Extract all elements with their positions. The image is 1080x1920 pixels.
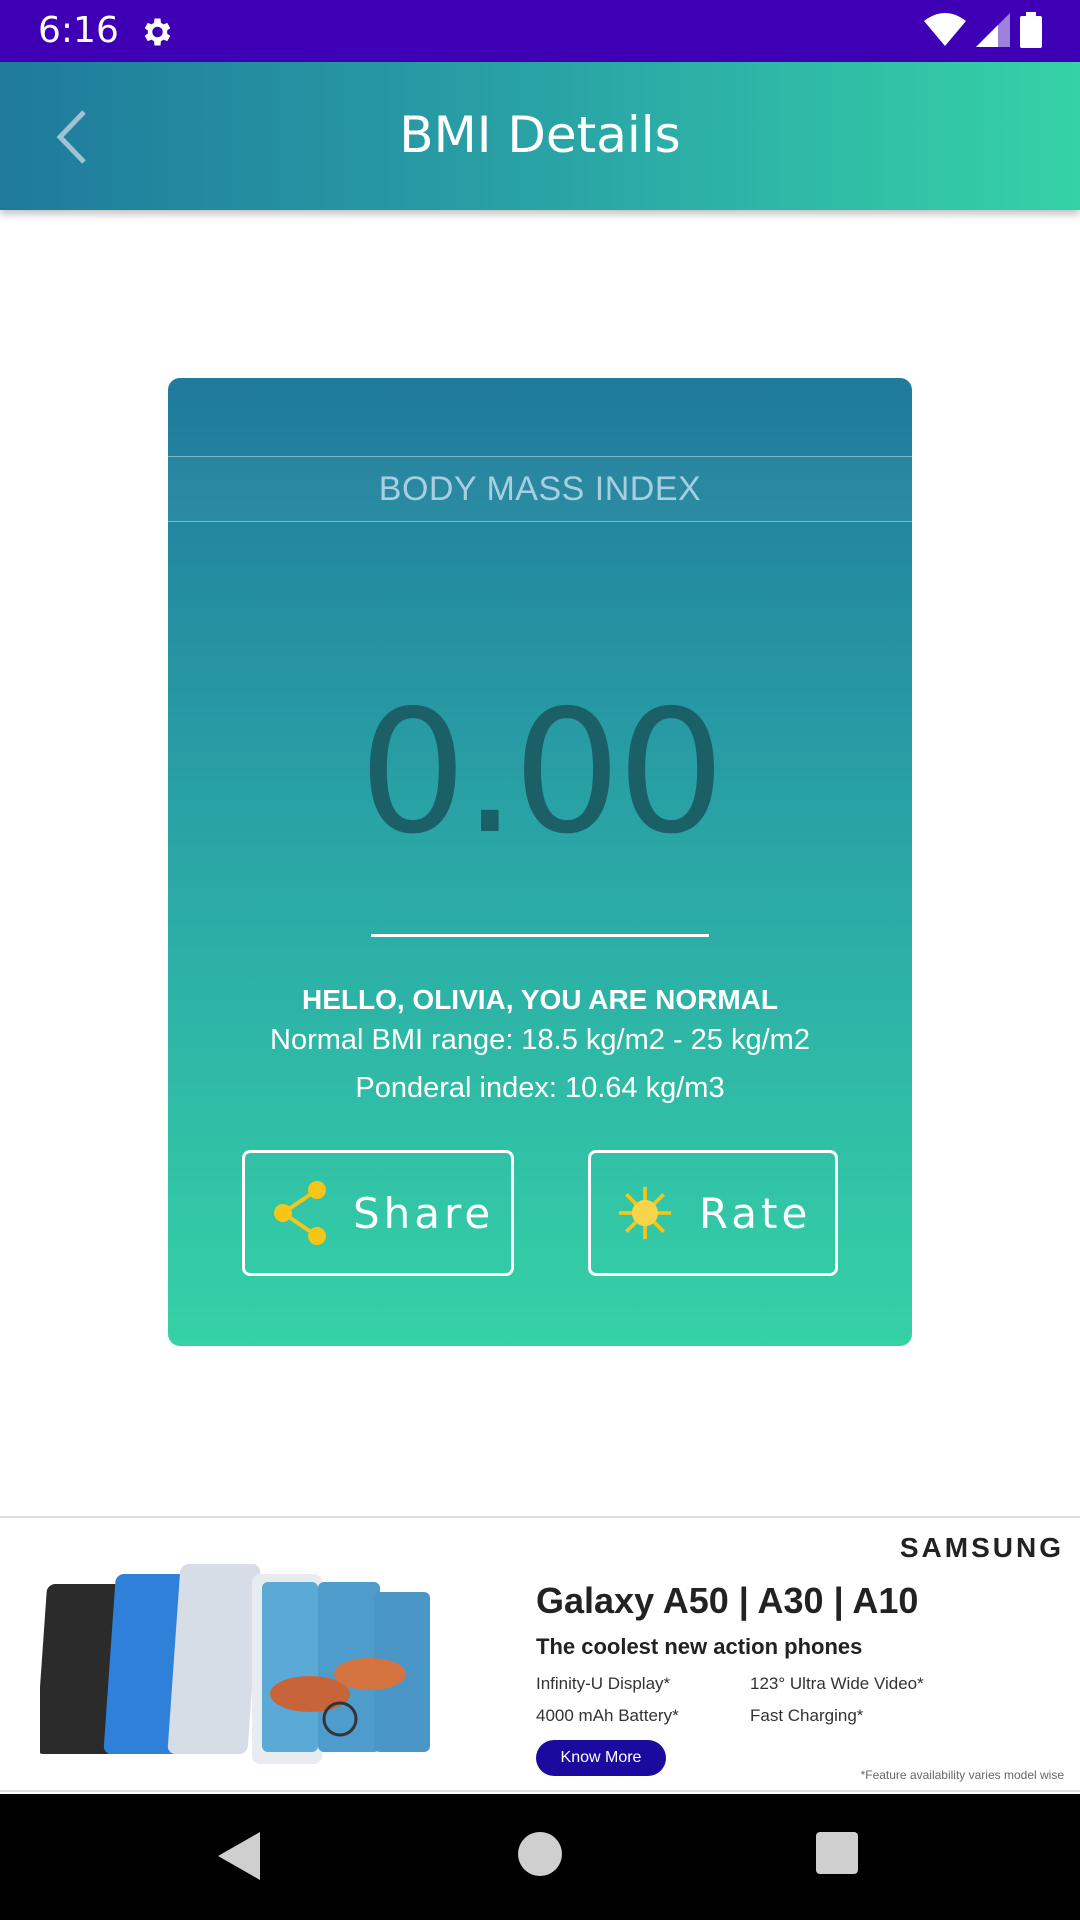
bmi-card: BODY MASS INDEX 0.00 HELLO, OLIVIA, YOU … xyxy=(168,378,912,1346)
normal-range-text: Normal BMI range: 18.5 kg/m2 - 25 kg/m2 xyxy=(270,1024,810,1056)
nav-recent-icon[interactable] xyxy=(816,1832,858,1874)
status-bar: 6:16 xyxy=(0,0,1080,62)
share-label: Share xyxy=(353,1188,495,1238)
nav-back-icon[interactable] xyxy=(216,1830,262,1882)
system-nav-bar xyxy=(0,1794,1080,1920)
know-more-button[interactable]: Know More xyxy=(536,1740,666,1776)
ad-feature: 123° Ultra Wide Video* xyxy=(750,1674,924,1693)
page-title: BMI Details xyxy=(399,106,681,164)
share-button[interactable]: Share xyxy=(242,1150,514,1276)
ad-disclaimer: *Feature availability varies model wise xyxy=(860,1768,1064,1782)
ad-models: Galaxy A50 | A30 | A10 xyxy=(536,1580,919,1621)
ad-feature: 4000 mAh Battery* xyxy=(536,1706,679,1725)
ad-feature: Infinity-U Display* xyxy=(536,1674,671,1693)
share-icon xyxy=(271,1180,327,1246)
ad-banner[interactable]: SAMSUNG Galaxy A50 | A30 | A10 The coole… xyxy=(0,1516,1080,1792)
ponderal-index-text: Ponderal index: 10.64 kg/m3 xyxy=(355,1072,725,1104)
ad-brand: SAMSUNG xyxy=(899,1532,1064,1563)
signal-icon xyxy=(976,13,1010,47)
phones-image xyxy=(40,1564,430,1764)
divider xyxy=(371,934,709,937)
nav-home-icon[interactable] xyxy=(518,1832,562,1876)
gear-icon xyxy=(144,18,171,46)
status-message: HELLO, OLIVIA, YOU ARE NORMAL xyxy=(301,984,778,1015)
card-header: BODY MASS INDEX xyxy=(378,470,702,508)
ad-tagline: The coolest new action phones xyxy=(536,1634,863,1659)
rate-label: Rate xyxy=(699,1188,812,1238)
app-bar: BMI Details xyxy=(0,62,1080,210)
rate-button[interactable]: Rate xyxy=(588,1150,838,1276)
ad-feature: Fast Charging* xyxy=(750,1706,864,1725)
wifi-icon xyxy=(924,13,966,46)
sun-icon xyxy=(617,1180,673,1246)
battery-icon xyxy=(1020,12,1042,48)
status-time: 6:16 xyxy=(38,10,119,51)
bmi-value: 0.00 xyxy=(358,674,726,872)
